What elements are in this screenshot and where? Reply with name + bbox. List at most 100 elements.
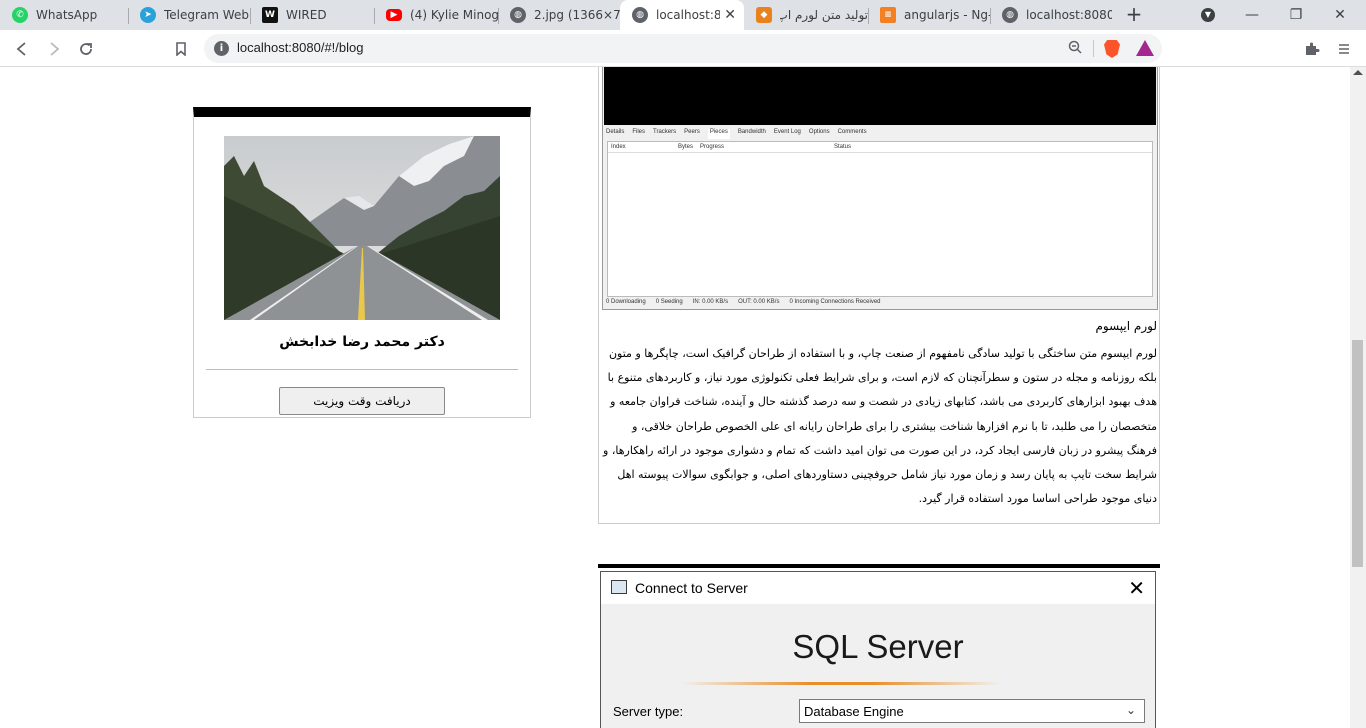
screenshot-tab: Event Log (773, 129, 801, 135)
restore-button[interactable]: ❐ (1274, 0, 1318, 30)
tab-lorem-generator[interactable]: ◆ تولید متن لورم اپ (744, 0, 868, 30)
screenshot-tabs: Details Files Trackers Peers Pieces Band… (606, 129, 867, 139)
brave-rewards-icon[interactable] (1136, 40, 1154, 56)
screenshot-tab: Details (606, 129, 625, 135)
dialog-titlebar: Connect to Server ✕ (601, 572, 1155, 604)
screenshot-status-bar: 0 Downloading 0 Seeding IN: 0.00 KB/s OU… (606, 299, 881, 305)
menu-button[interactable] (1331, 36, 1357, 62)
page-scrollbar[interactable] (1350, 67, 1366, 728)
screenshot-black-area (604, 67, 1156, 125)
server-type-label: Server type: (613, 704, 684, 719)
page-content: دکتر محمد رضا خدابخش دریافت وقت ویزیت De… (0, 67, 1350, 728)
post-body: لورم ایپسوم متن ساختگی با تولید سادگی نا… (603, 347, 1157, 506)
road-mountain-image (224, 136, 500, 320)
minimize-icon: — (1245, 7, 1259, 23)
status-item: 0 Incoming Connections Received (789, 299, 881, 305)
whatsapp-icon: ✆ (12, 7, 28, 23)
chevron-down-icon: ▼ (1201, 8, 1215, 22)
get-appointment-button[interactable]: دریافت وقت ویزیت (279, 387, 445, 415)
tab-strip: ✆ WhatsApp ➤ Telegram Web W WIRED ▶ (4) … (0, 0, 1366, 30)
screenshot-tab: Options (808, 129, 830, 135)
accent-bar (681, 682, 1001, 685)
status-item: 0 Downloading (606, 299, 646, 305)
screenshot-grid: Index Bytes Progress Status (607, 141, 1153, 297)
globe-icon: ◍ (510, 7, 526, 23)
screenshot-tab: Trackers (653, 129, 677, 135)
screenshot-tab: Comments (837, 129, 867, 135)
tab-search-button[interactable]: ▼ (1186, 0, 1230, 30)
youtube-icon: ▶ (386, 9, 402, 21)
restore-icon: ❐ (1289, 7, 1303, 23)
tab-title: تولید متن لورم اپ (780, 8, 868, 22)
screenshot-tab: Peers (684, 129, 700, 135)
info-icon[interactable]: i (214, 41, 229, 56)
zoom-icon[interactable] (1068, 40, 1082, 58)
hamburger-icon (1339, 44, 1349, 54)
tab-image[interactable]: ◍ 2.jpg (1366×768 (498, 0, 620, 30)
chevron-down-icon: ⌄ (1125, 703, 1136, 717)
generator-icon: ◆ (756, 7, 772, 23)
screenshot-tab: Files (632, 129, 646, 135)
status-item: OUT: 0.00 KB/s (738, 299, 780, 305)
tab-localhost-active[interactable]: ◍ localhost:80 ✕ (620, 0, 744, 30)
tab-title: (4) Kylie Minogu (410, 8, 498, 22)
doctor-name: دکتر محمد رضا خدابخش (279, 334, 445, 350)
tab-title: angularjs - Ng-r (904, 8, 990, 22)
dialog-title: Connect to Server (635, 580, 748, 596)
new-tab-button[interactable]: + (1122, 3, 1146, 27)
tab-stackoverflow[interactable]: ≡ angularjs - Ng-r (868, 0, 990, 30)
server-type-value: Database Engine (804, 704, 904, 719)
blog-post: Details Files Trackers Peers Pieces Band… (598, 67, 1160, 524)
scrollbar-thumb[interactable] (1352, 340, 1363, 567)
globe-icon: ◍ (1002, 7, 1018, 23)
card-divider (206, 369, 518, 370)
tab-wired[interactable]: W WIRED (250, 0, 374, 30)
column-header: Progress (700, 144, 725, 150)
wired-icon: W (262, 7, 278, 23)
forward-button[interactable] (41, 36, 67, 62)
reload-icon (80, 43, 92, 55)
tab-whatsapp[interactable]: ✆ WhatsApp (0, 0, 128, 30)
bookmark-icon (176, 42, 186, 56)
status-item: 0 Seeding (655, 299, 683, 305)
server-icon (611, 580, 627, 594)
url-text[interactable]: localhost:8080/#!/blog (237, 40, 363, 55)
sql-connect-screenshot: Connect to Server ✕ SQL Server Server ty… (600, 571, 1156, 728)
tab-telegram[interactable]: ➤ Telegram Web (128, 0, 250, 30)
extensions-button[interactable] (1299, 36, 1325, 62)
close-window-button[interactable]: ✕ (1318, 0, 1362, 30)
bookmark-button[interactable] (168, 36, 194, 62)
separator (1093, 40, 1094, 57)
screenshot-grid-header: Index Bytes Progress Status (608, 142, 1152, 153)
browser-toolbar: i localhost:8080/#!/blog (0, 30, 1366, 67)
post-title: لورم ایپسوم (1095, 319, 1157, 333)
status-item: IN: 0.00 KB/s (692, 299, 729, 305)
scroll-up-icon[interactable] (1353, 70, 1363, 75)
blog-post: Connect to Server ✕ SQL Server Server ty… (598, 564, 1160, 728)
back-button[interactable] (9, 36, 35, 62)
torrent-client-screenshot: Details Files Trackers Peers Pieces Band… (602, 67, 1158, 310)
address-bar[interactable]: i localhost:8080/#!/blog (204, 34, 1162, 63)
tab-title: 2.jpg (1366×768 (534, 8, 620, 22)
column-header: Index (611, 144, 626, 150)
puzzle-icon (1306, 42, 1320, 55)
column-header: Status (834, 144, 852, 150)
tab-title: localhost:8080/# (1026, 8, 1112, 22)
reload-button[interactable] (73, 36, 99, 62)
stackoverflow-icon: ≡ (880, 7, 896, 23)
minimize-button[interactable]: — (1230, 0, 1274, 30)
tab-youtube[interactable]: ▶ (4) Kylie Minogu (374, 0, 498, 30)
back-arrow-icon (16, 42, 26, 56)
tab-title: Telegram Web (164, 8, 249, 22)
tab-localhost-2[interactable]: ◍ localhost:8080/# (990, 0, 1112, 30)
server-type-select: Database Engine ⌄ (799, 699, 1145, 723)
close-icon: ✕ (1334, 7, 1346, 23)
close-icon[interactable]: ✕ (724, 7, 736, 23)
column-header: Bytes (678, 144, 694, 150)
telegram-icon: ➤ (140, 7, 156, 23)
screenshot-tab: Pieces (707, 129, 730, 139)
screenshot-tab: Bandwidth (737, 129, 766, 135)
brave-shields-icon[interactable] (1104, 40, 1120, 58)
forward-arrow-icon (50, 42, 60, 56)
product-name: SQL Server (792, 628, 964, 665)
